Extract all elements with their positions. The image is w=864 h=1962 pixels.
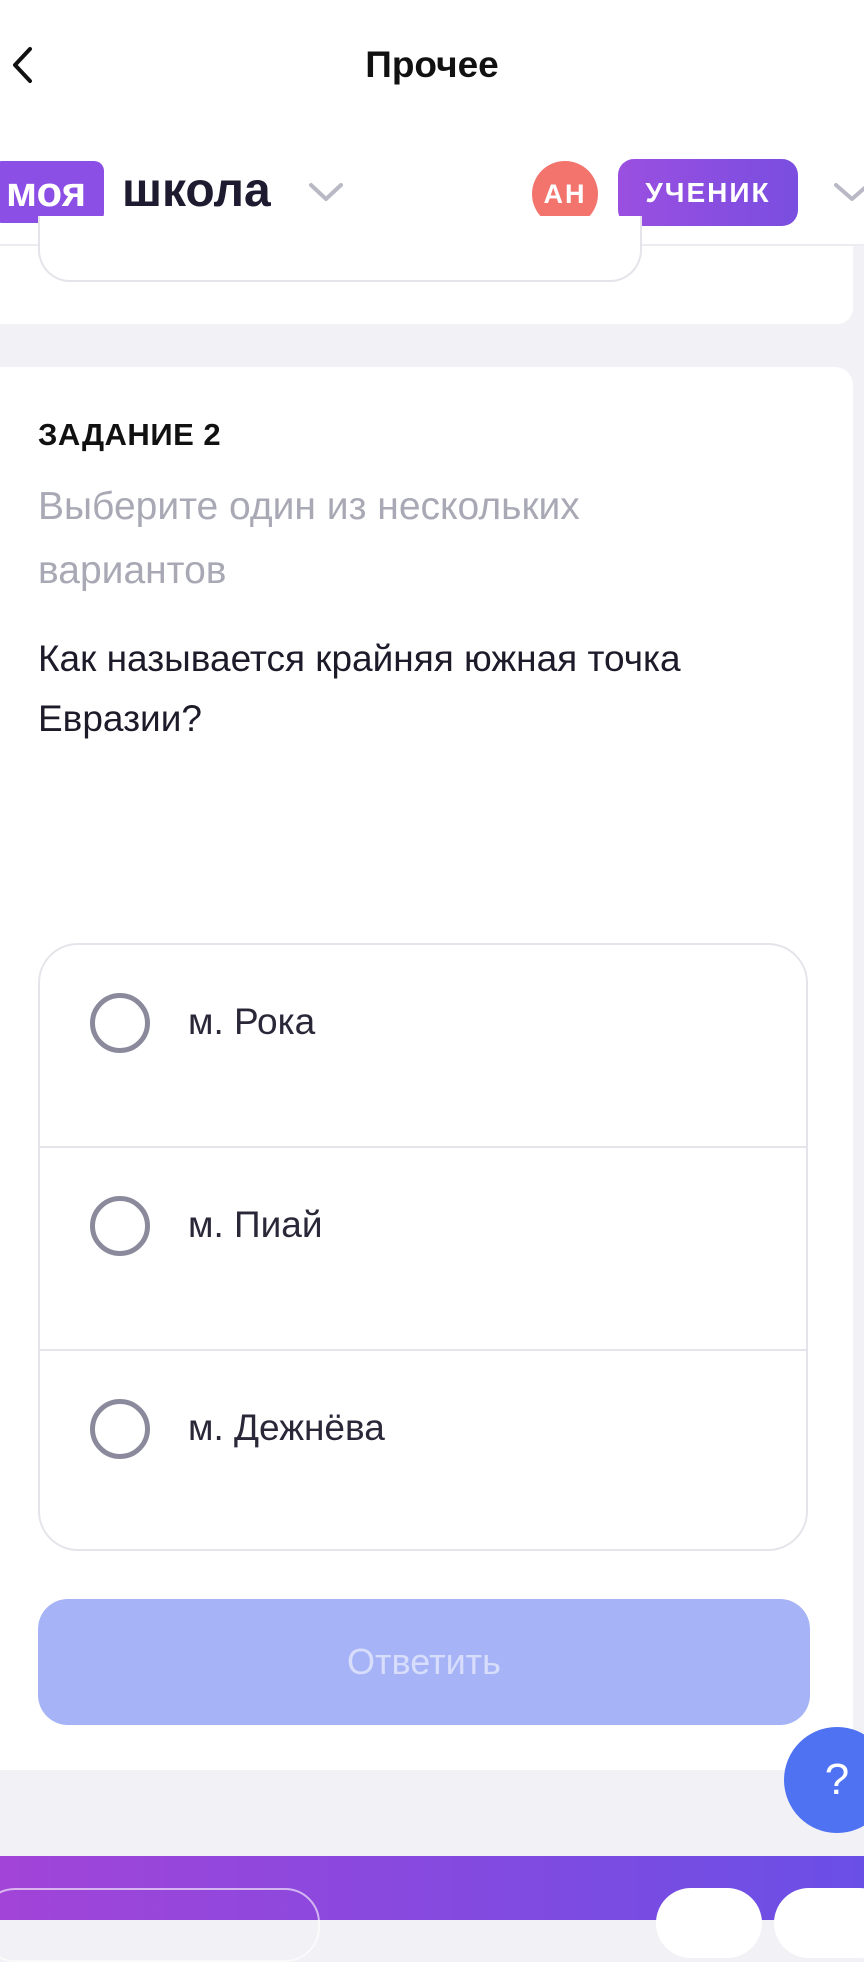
answer-option[interactable]: м. Пиай [40,1148,806,1351]
previous-answer-field [38,216,642,282]
bottom-pill-button[interactable] [656,1888,762,1958]
answer-option[interactable]: м. Рока [40,945,806,1148]
radio-button[interactable] [90,1196,150,1256]
task-card: ЗАДАНИЕ 2 Выберите один из нескольких ва… [0,367,853,1770]
logo-shkola: школа [122,164,271,217]
top-bar: Прочее [0,0,864,130]
answer-option[interactable]: м. Дежнёва [40,1351,806,1549]
task-instruction: Выберите один из нескольких вариантов [38,485,580,592]
task-question: Как называется крайняя южная точка Евраз… [38,638,681,739]
page-title: Прочее [365,44,499,85]
radio-button[interactable] [90,993,150,1053]
option-label: м. Дежнёва [188,1407,385,1448]
option-label: м. Пиай [188,1204,323,1245]
option-label: м. Рока [188,1001,316,1042]
bottom-pill-button[interactable] [774,1888,864,1958]
task-number: ЗАДАНИЕ 2 [38,417,222,452]
submit-button[interactable]: Ответить [38,1599,810,1725]
previous-task-card [0,216,853,324]
profile-chevron-down-icon[interactable] [832,180,864,204]
bottom-bar [0,1856,864,1962]
radio-button[interactable] [90,1399,150,1459]
bottom-outline-button[interactable] [0,1888,320,1962]
answer-options: м. Рока м. Пиай м. Дежнёва [38,943,808,1551]
role-badge[interactable]: УЧЕНИК [618,159,798,226]
school-chevron-down-icon[interactable] [307,180,345,204]
logo-moya: моя [0,161,105,223]
